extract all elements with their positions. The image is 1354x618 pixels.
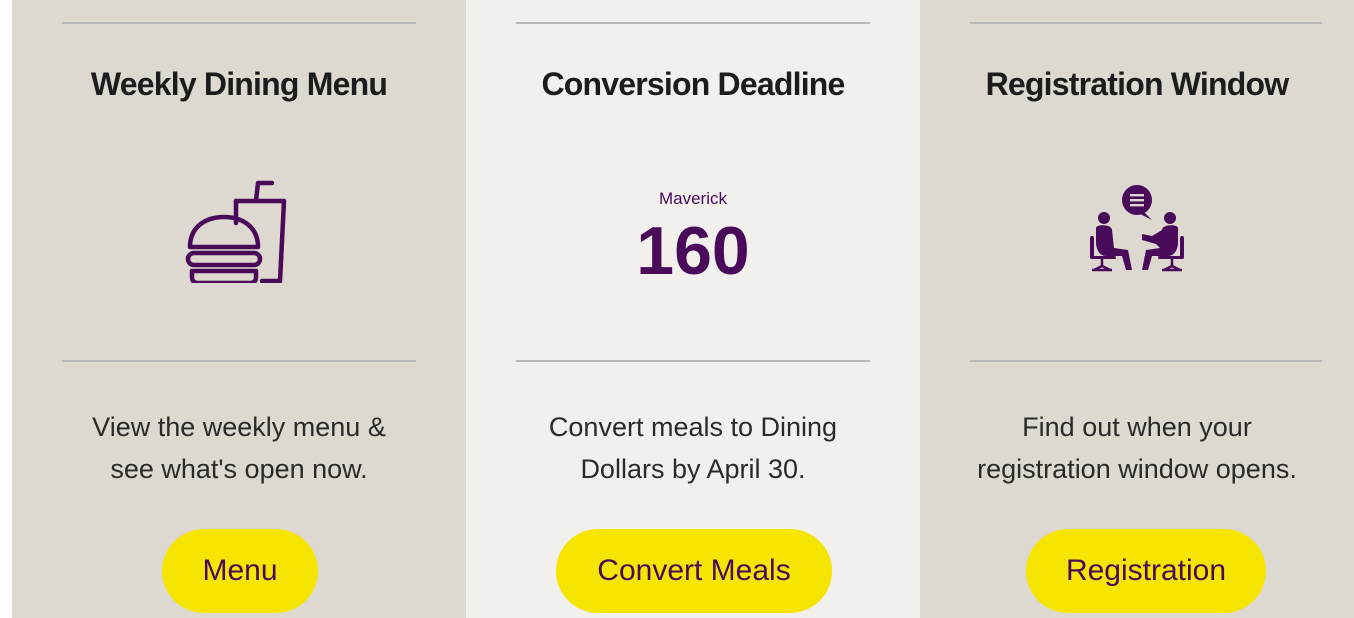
divider <box>516 22 870 24</box>
divider <box>970 22 1322 24</box>
card-title: Weekly Dining Menu <box>90 66 388 102</box>
card-description: Convert meals to Dining Dollars by April… <box>548 412 838 484</box>
menu-button[interactable]: Menu <box>162 529 318 613</box>
burger-drink-icon <box>185 180 287 283</box>
card-row: Weekly Dining Menu View the weekly menu … <box>12 0 1354 618</box>
convert-meals-button[interactable]: Convert Meals <box>556 529 832 613</box>
svg-text:160: 160 <box>636 213 749 278</box>
maverick-160-logo: Maverick 160 <box>636 189 749 278</box>
card-registration-window: Registration Window Find out when your r… <box>920 0 1354 618</box>
divider <box>970 360 1322 362</box>
meeting-people-icon <box>1090 185 1184 272</box>
divider <box>62 22 416 24</box>
registration-button[interactable]: Registration <box>1026 529 1266 613</box>
divider <box>62 360 416 362</box>
divider <box>516 360 870 362</box>
card-description: Find out when your registration window o… <box>977 412 1297 484</box>
card-title: Conversion Deadline <box>541 66 845 102</box>
card-description: View the weekly menu & see what's open n… <box>92 412 386 484</box>
card-weekly-dining-menu: Weekly Dining Menu View the weekly menu … <box>12 0 466 618</box>
card-title: Registration Window <box>985 66 1290 102</box>
card-conversion-deadline: Conversion Deadline Maverick 160 Convert… <box>466 0 920 618</box>
svg-text:Maverick: Maverick <box>659 189 728 208</box>
